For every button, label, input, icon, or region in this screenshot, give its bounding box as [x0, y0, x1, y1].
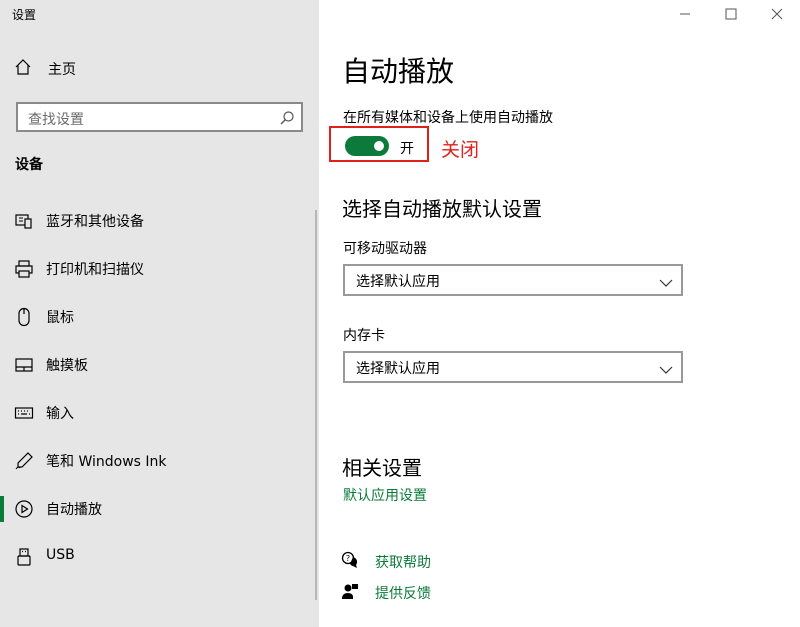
- sidebar-item-label: 打印机和扫描仪: [46, 262, 144, 278]
- feedback-label: 提供反馈: [375, 586, 431, 602]
- close-button[interactable]: [754, 0, 800, 28]
- memory-card-select[interactable]: 选择默认应用: [343, 351, 683, 383]
- sidebar-item-label: 鼠标: [46, 310, 74, 326]
- minimize-button[interactable]: [662, 0, 708, 28]
- removable-drive-label: 可移动驱动器: [343, 241, 427, 257]
- touchpad-icon: [14, 355, 34, 375]
- defaults-section-title: 选择自动播放默认设置: [342, 197, 542, 221]
- related-settings-title: 相关设置: [342, 456, 422, 480]
- sidebar-item-label: 笔和 Windows Ink: [46, 454, 167, 470]
- sidebar-item-mouse[interactable]: 鼠标: [0, 295, 319, 339]
- sidebar-item-usb[interactable]: USB: [0, 535, 319, 579]
- app-title: 设置: [12, 8, 37, 22]
- pen-icon: [14, 451, 34, 471]
- minimize-icon: [679, 5, 691, 24]
- autoplay-toggle[interactable]: [345, 136, 389, 156]
- toggle-state-label: 开: [400, 141, 414, 157]
- help-chat-icon: ?: [341, 551, 359, 573]
- mouse-icon: [14, 307, 34, 327]
- chevron-down-icon: [659, 274, 673, 293]
- sidebar-item-label: 蓝牙和其他设备: [46, 214, 144, 230]
- sidebar-item-pen[interactable]: 笔和 Windows Ink: [0, 439, 319, 483]
- close-icon: [771, 5, 783, 24]
- sidebar-item-label: USB: [46, 547, 75, 563]
- active-indicator: [0, 496, 4, 522]
- main-content: 自动播放 在所有媒体和设备上使用自动播放 开 关闭 选择自动播放默认设置 可移动…: [319, 0, 800, 627]
- maximize-button[interactable]: [708, 0, 754, 28]
- sidebar-item-label: 输入: [46, 406, 74, 422]
- bluetooth-devices-icon: [14, 211, 34, 231]
- home-icon: [14, 58, 32, 80]
- keyboard-icon: [14, 403, 34, 423]
- feedback-link[interactable]: 提供反馈: [341, 582, 431, 604]
- removable-drive-value: 选择默认应用: [356, 274, 440, 290]
- sidebar-item-printers[interactable]: 打印机和扫描仪: [0, 247, 319, 291]
- sidebar: 设置 主页 查找设置 设备 蓝牙和其他设备 打印机和扫描仪 鼠标 触摸板 输入 …: [0, 0, 319, 627]
- sidebar-item-bluetooth[interactable]: 蓝牙和其他设备: [0, 199, 319, 243]
- annotation-highlight-box: 开: [329, 126, 429, 162]
- sidebar-scrollbar[interactable]: [315, 210, 317, 600]
- search-input[interactable]: 查找设置: [16, 102, 303, 132]
- default-apps-link[interactable]: 默认应用设置: [343, 485, 427, 505]
- autoplay-icon: [14, 499, 34, 519]
- feedback-icon: [341, 582, 359, 604]
- get-help-label: 获取帮助: [375, 555, 431, 571]
- memory-card-value: 选择默认应用: [356, 361, 440, 377]
- maximize-icon: [725, 5, 737, 24]
- sidebar-item-autoplay[interactable]: 自动播放: [0, 487, 319, 531]
- home-label: 主页: [48, 62, 76, 78]
- home-nav-item[interactable]: 主页: [14, 58, 76, 80]
- printer-icon: [14, 259, 34, 279]
- page-title: 自动播放: [342, 55, 455, 88]
- usb-icon: [14, 547, 34, 567]
- sidebar-item-input[interactable]: 输入: [0, 391, 319, 435]
- autoplay-toggle-description: 在所有媒体和设备上使用自动播放: [343, 110, 553, 126]
- section-title: 设备: [15, 157, 43, 173]
- get-help-link[interactable]: ? 获取帮助: [341, 551, 431, 573]
- annotation-text: 关闭: [441, 139, 480, 161]
- search-placeholder: 查找设置: [28, 112, 84, 128]
- chevron-down-icon: [659, 361, 673, 380]
- search-icon[interactable]: [279, 110, 295, 130]
- memory-card-label: 内存卡: [343, 328, 385, 344]
- sidebar-item-label: 触摸板: [46, 358, 88, 374]
- removable-drive-select[interactable]: 选择默认应用: [343, 264, 683, 296]
- sidebar-item-label: 自动播放: [46, 502, 102, 518]
- toggle-knob: [374, 141, 384, 151]
- sidebar-item-touchpad[interactable]: 触摸板: [0, 343, 319, 387]
- svg-text:?: ?: [346, 554, 350, 563]
